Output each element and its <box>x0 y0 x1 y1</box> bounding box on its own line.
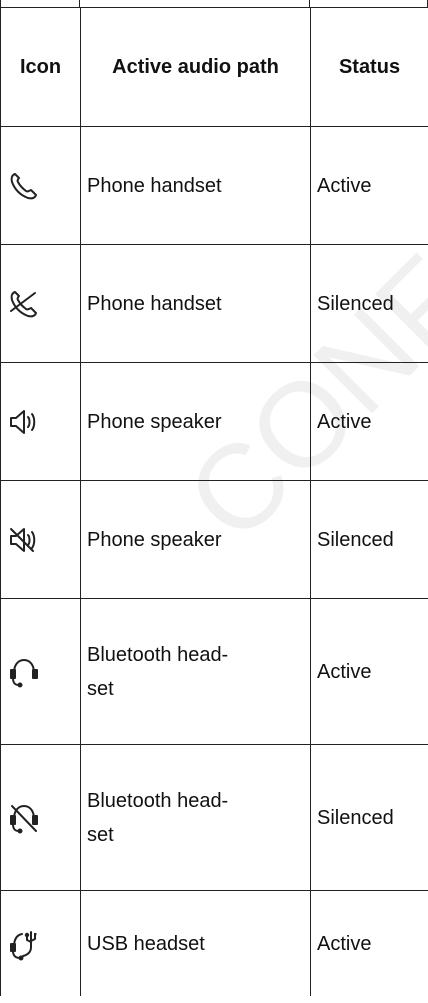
audio-path-cell: Phone handset <box>80 126 311 245</box>
page: CONFI Icon Active audio path Status Phon… <box>0 0 428 1003</box>
speaker-icon <box>10 409 36 434</box>
table-row: Bluetooth head- set Active <box>0 598 428 745</box>
audio-path-cell: USB headset <box>80 890 311 996</box>
audio-path-cell: Bluetooth head- set <box>80 744 311 891</box>
status-cell: Silenced <box>310 244 428 363</box>
status-cell: Active <box>310 598 428 745</box>
speaker-silenced-icon <box>10 527 36 552</box>
audio-path-cell: Phone handset <box>80 244 311 363</box>
header-status: Status <box>310 7 428 127</box>
status-cell: Active <box>310 126 428 245</box>
header-active-audio-path: Active audio path <box>80 7 311 127</box>
table-row: USB headset Active <box>0 890 428 996</box>
usb-headset-icon <box>10 930 37 960</box>
icon-cell <box>0 890 81 996</box>
icon-cell <box>0 480 81 599</box>
icon-cell <box>0 244 81 363</box>
audio-path-cell: Phone speaker <box>80 362 311 481</box>
audio-path-table: Icon Active audio path Status Phone hand… <box>0 7 428 996</box>
status-cell: Silenced <box>310 744 428 891</box>
phone-handset-icon <box>10 172 37 199</box>
table-row: Phone handset Active <box>0 126 428 245</box>
audio-path-cell: Bluetooth head- set <box>80 598 311 745</box>
icon-cell <box>0 126 81 245</box>
table-header-row: Icon Active audio path Status <box>0 7 428 127</box>
status-cell: Active <box>310 362 428 481</box>
table-top-overhang <box>0 0 428 7</box>
header-icon: Icon <box>0 7 81 127</box>
bluetooth-headset-icon <box>10 658 38 687</box>
table-row: Phone speaker Active <box>0 362 428 481</box>
status-cell: Active <box>310 890 428 996</box>
table-row: Phone speaker Silenced <box>0 480 428 599</box>
status-cell: Silenced <box>310 480 428 599</box>
icon-cell <box>0 744 81 891</box>
icon-cell <box>0 362 81 481</box>
icon-cell <box>0 598 81 745</box>
table-row: Phone handset Silenced <box>0 244 428 363</box>
bluetooth-headset-silenced-icon <box>10 804 38 833</box>
table-row: Bluetooth head- set Silenced <box>0 744 428 891</box>
audio-path-cell: Phone speaker <box>80 480 311 599</box>
phone-handset-silenced-icon <box>10 290 37 317</box>
